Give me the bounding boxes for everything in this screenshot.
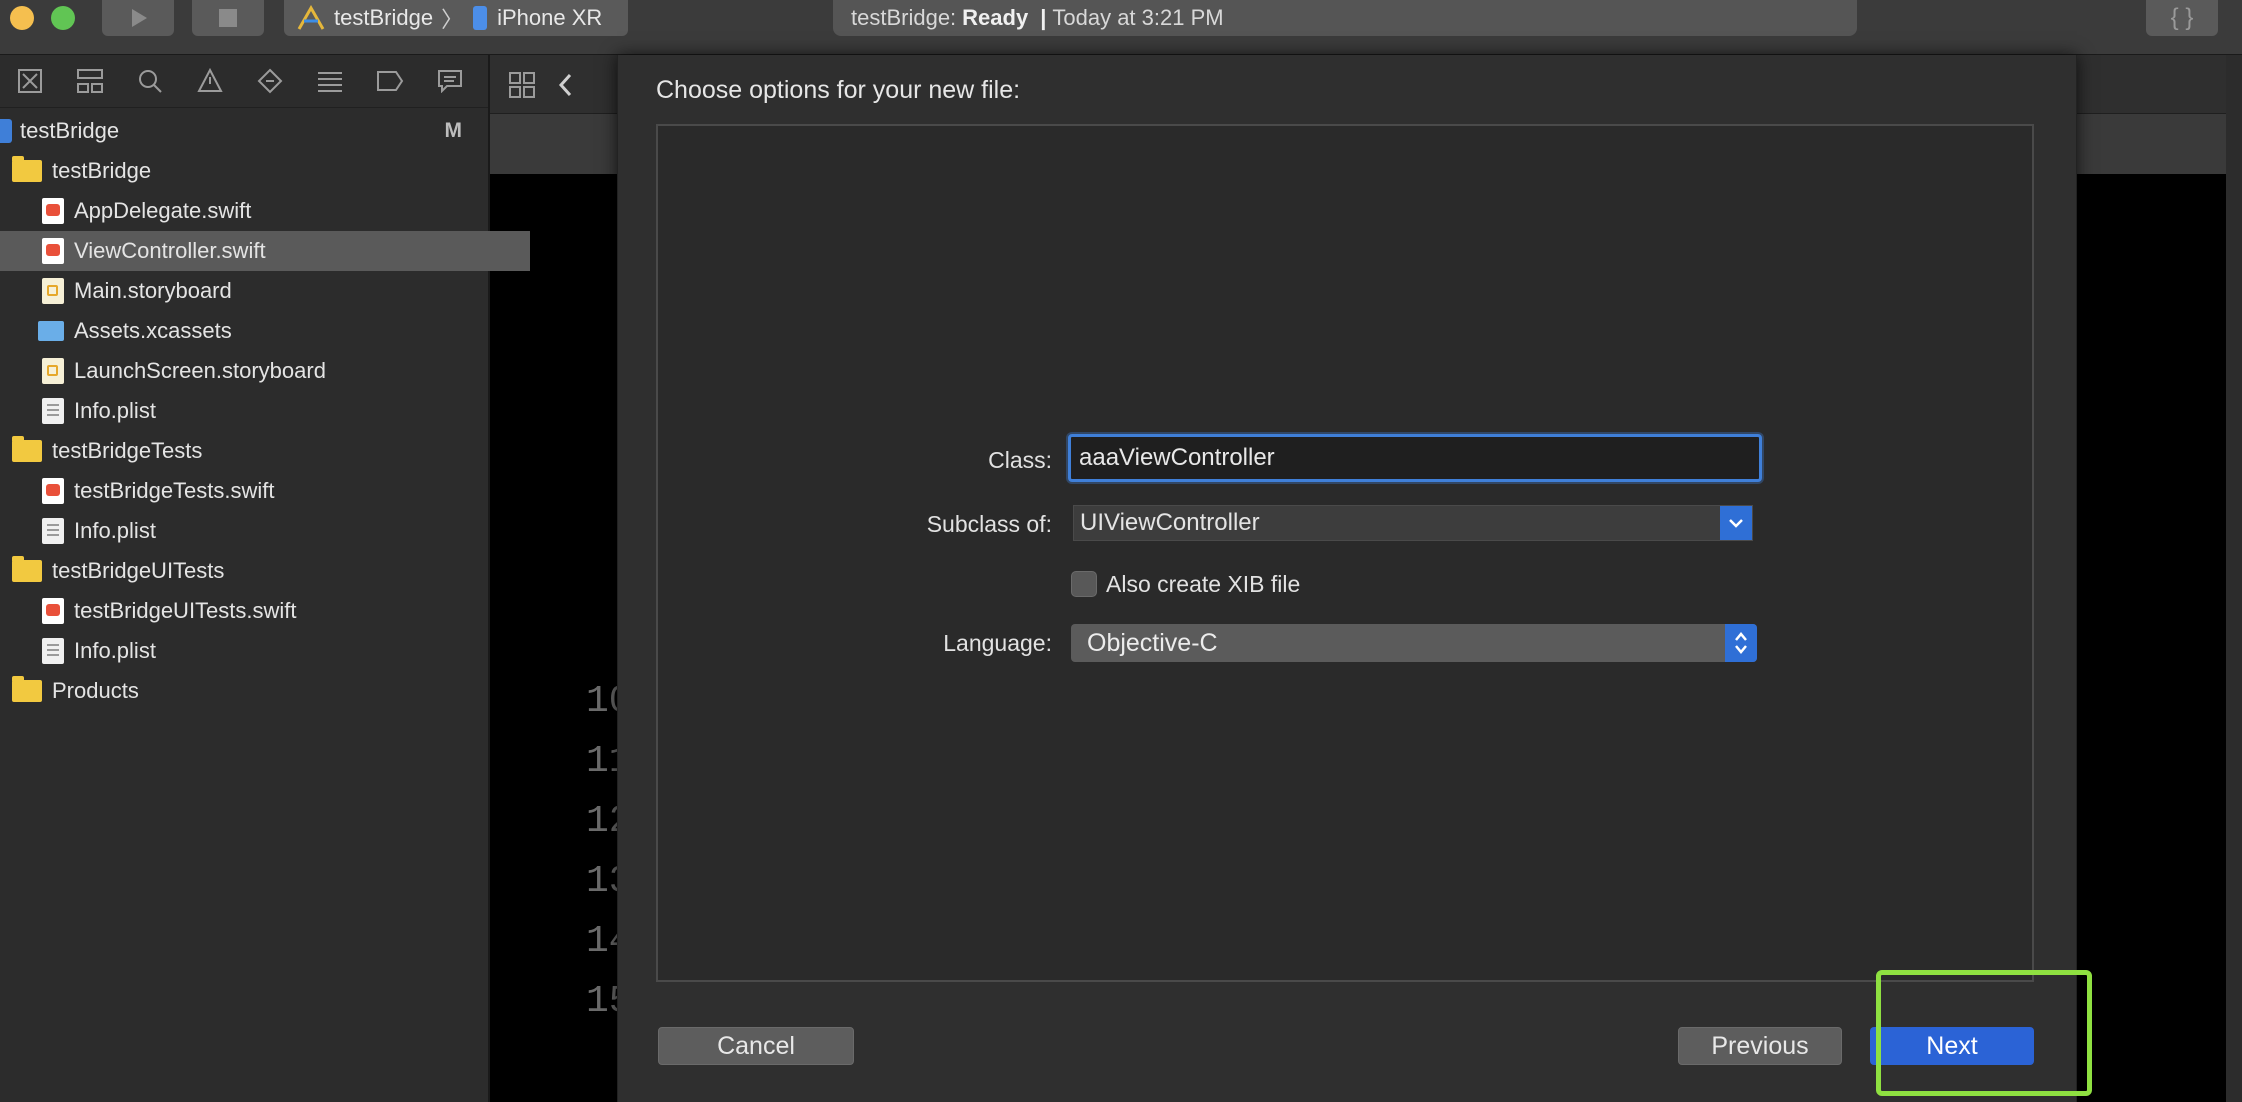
swift-file-icon: [42, 198, 64, 224]
library-button[interactable]: { }: [2146, 0, 2218, 36]
swift-file-icon: [42, 598, 64, 624]
project-file-icon: [0, 119, 12, 143]
activity-separator: |: [1040, 5, 1047, 30]
navigator-item-folder[interactable]: Products: [0, 671, 500, 711]
project-name: testBridge: [20, 118, 120, 143]
language-popup[interactable]: Objective-C: [1071, 624, 1757, 662]
storyboard-file-icon: [42, 358, 64, 384]
folder-icon: [12, 556, 42, 582]
folder-icon: [12, 436, 42, 462]
navigator-item-label: LaunchScreen.storyboard: [74, 358, 326, 383]
scheme-device-name: iPhone XR: [497, 5, 603, 30]
storyboard-file-icon: [42, 278, 64, 304]
xib-checkbox-label[interactable]: Also create XIB file: [1106, 571, 1300, 598]
navigator-item-folder[interactable]: testBridgeUITests: [0, 551, 500, 591]
options-panel: [656, 124, 2034, 982]
class-name-input[interactable]: [1071, 437, 1759, 479]
project-root-item[interactable]: testBridge M: [0, 111, 488, 151]
navigator-item-label: Main.storyboard: [74, 278, 232, 303]
navigator-item-label: testBridgeUITests: [52, 558, 225, 583]
swift-file-icon: [42, 478, 64, 504]
breakpoint-icon[interactable]: [360, 70, 420, 92]
navigator-item-file[interactable]: LaunchScreen.storyboard: [0, 351, 530, 391]
modified-badge: M: [444, 119, 463, 142]
navigator-item-label: Info.plist: [74, 518, 156, 543]
navigator-item-file[interactable]: testBridgeUITests.swift: [0, 591, 530, 631]
activity-status: Ready: [962, 5, 1029, 30]
asset-catalog-icon: [38, 321, 64, 341]
previous-button[interactable]: Previous: [1678, 1027, 1842, 1065]
navigator-item-file[interactable]: testBridgeTests.swift: [0, 471, 530, 511]
plist-file-icon: [42, 518, 64, 544]
inspector-panel: [2226, 55, 2242, 1102]
navigator-item-file[interactable]: AppDelegate.swift: [0, 191, 530, 231]
activity-project: testBridge:: [851, 5, 957, 30]
folder-icon: [12, 676, 42, 702]
project-navigator: testBridge M testBridge AppDelegate.swif…: [0, 55, 530, 1102]
xcode-app-icon: [297, 5, 325, 30]
language-value: Objective-C: [1087, 628, 1218, 657]
zoom-window-button[interactable]: [51, 6, 75, 30]
navigator-item-label: testBridgeTests.swift: [74, 478, 275, 503]
navigator-item-label: testBridgeUITests.swift: [74, 598, 297, 623]
navigator-item-file[interactable]: Main.storyboard: [0, 271, 530, 311]
plist-file-icon: [42, 398, 64, 424]
navigator-item-file-selected[interactable]: ViewController.swift: [0, 231, 530, 271]
stop-button[interactable]: [192, 0, 264, 36]
language-popup-stepper: [1725, 624, 1757, 662]
cancel-button[interactable]: Cancel: [658, 1027, 854, 1065]
subclass-dropdown-button[interactable]: [1720, 506, 1752, 540]
activity-time: Today at 3:21 PM: [1052, 5, 1224, 30]
folder-icon: [12, 156, 42, 182]
issue-warning-icon[interactable]: [180, 68, 240, 94]
navigator-item-label: Products: [52, 678, 139, 703]
debug-navigator-icon[interactable]: [300, 70, 360, 92]
library-braces-icon: { }: [2170, 4, 2194, 31]
activity-viewer: testBridge: Ready | Today at 3:21 PM: [833, 0, 1857, 36]
next-button-highlight: [1876, 970, 2092, 1096]
scheme-separator-icon: 〉: [441, 7, 464, 32]
navigator-item-folder[interactable]: testBridge: [0, 151, 500, 191]
navigator-item-label: Info.plist: [74, 398, 156, 423]
navigator-item-label: AppDelegate.swift: [74, 198, 252, 223]
scheme-selector[interactable]: testBridge 〉 iPhone XR: [284, 0, 628, 36]
swift-file-icon: [42, 238, 64, 264]
subclass-combobox[interactable]: UIViewController: [1073, 505, 1753, 541]
scheme-project-name: testBridge: [334, 5, 434, 30]
plist-file-icon: [42, 638, 64, 664]
navigator-item-label: ViewController.swift: [74, 238, 266, 263]
iphone-device-icon: [473, 6, 488, 30]
navigator-item-file[interactable]: Info.plist: [0, 631, 530, 671]
back-arrow-icon[interactable]: [556, 71, 576, 99]
class-name-field[interactable]: [1068, 434, 1762, 482]
navigator-item-label: testBridgeTests: [52, 438, 203, 463]
project-navigator-icon[interactable]: [0, 68, 60, 94]
toolbar: testBridge 〉 iPhone XR testBridge: Ready…: [0, 0, 2242, 55]
navigator-item-label: Assets.xcassets: [74, 318, 232, 343]
find-navigator-icon[interactable]: [120, 68, 180, 94]
chevron-down-icon: [1729, 519, 1743, 528]
subclass-label: Subclass of:: [926, 511, 1052, 537]
navigator-item-file[interactable]: Info.plist: [0, 391, 530, 431]
navigator-item-file[interactable]: Info.plist: [0, 511, 530, 551]
play-icon: [132, 9, 147, 27]
navigator-item-file[interactable]: Assets.xcassets: [0, 311, 526, 351]
report-navigator-icon[interactable]: [420, 69, 480, 93]
up-down-chevron-icon: [1735, 632, 1747, 654]
sheet-title: Choose options for your new file:: [656, 76, 1021, 104]
navigator-item-label: Info.plist: [74, 638, 156, 663]
source-control-icon[interactable]: [60, 68, 120, 94]
stop-icon: [219, 9, 237, 27]
run-button[interactable]: [102, 0, 174, 36]
xib-checkbox[interactable]: [1071, 571, 1097, 597]
navigator-item-folder[interactable]: testBridgeTests: [0, 431, 500, 471]
class-label: Class:: [988, 447, 1052, 473]
test-diamond-icon[interactable]: [240, 68, 300, 94]
minimize-window-button[interactable]: [10, 6, 34, 30]
related-items-icon[interactable]: [508, 71, 536, 99]
language-label: Language:: [943, 630, 1052, 656]
subclass-value: UIViewController: [1080, 509, 1260, 536]
navigator-selector-bar: [0, 55, 488, 108]
navigator-item-label: testBridge: [52, 158, 152, 183]
